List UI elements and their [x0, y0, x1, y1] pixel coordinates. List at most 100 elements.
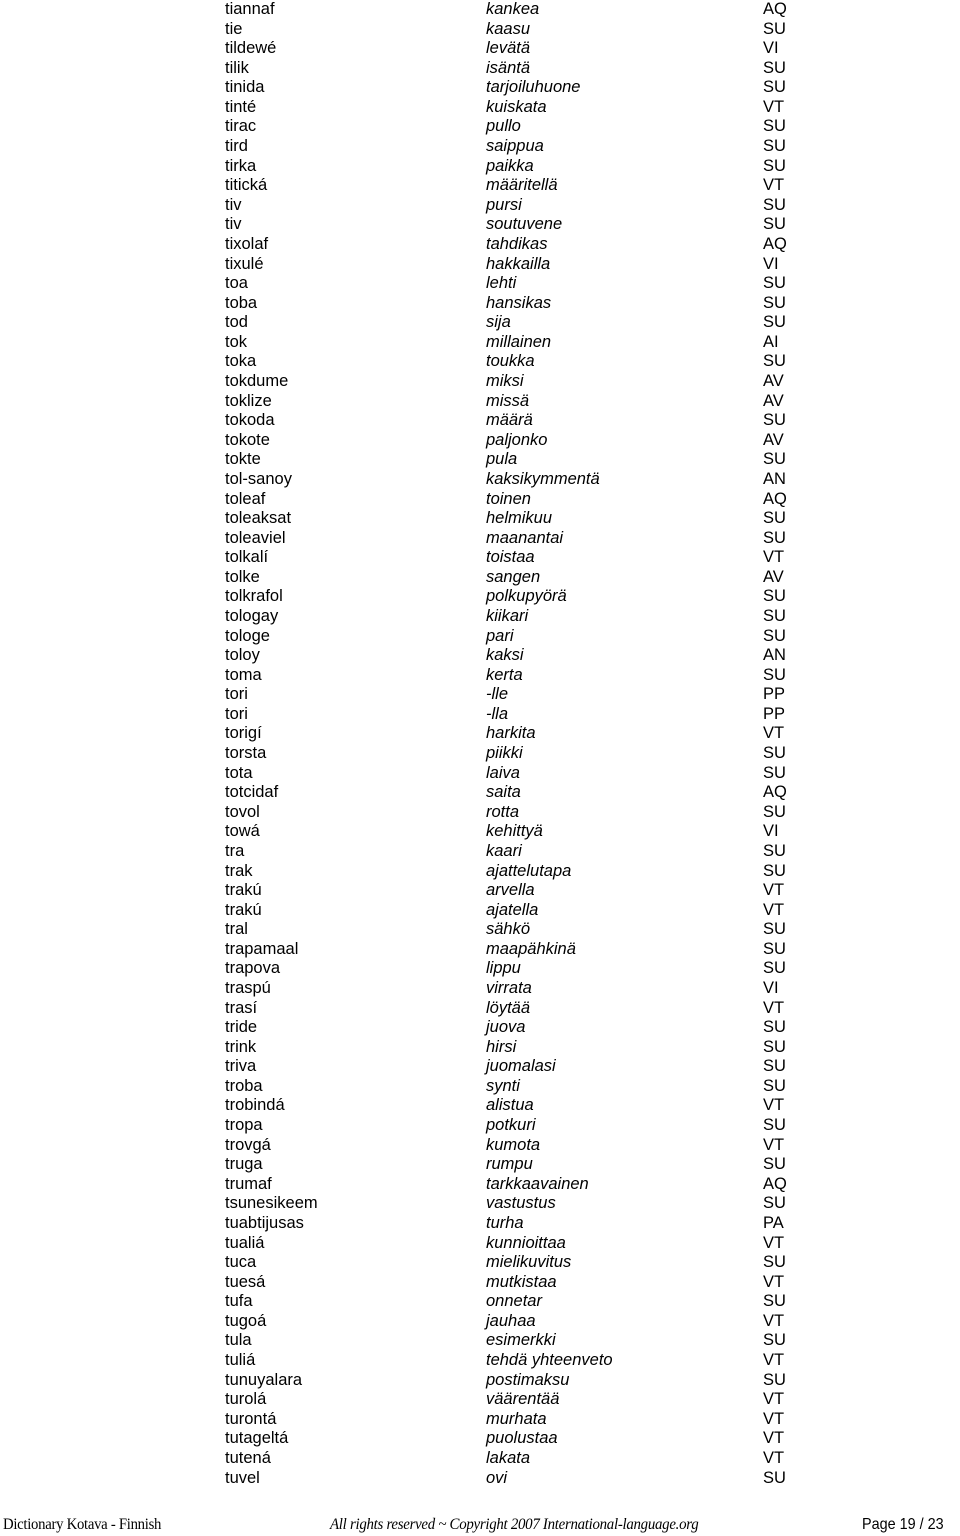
finnish-translation: arvella	[486, 881, 535, 900]
entry-row: tutageltá puolustaa VT	[0, 1428, 960, 1448]
kotava-word: tride	[225, 1018, 258, 1037]
part-of-speech: VT	[763, 1135, 785, 1154]
footer-title: Dictionary Kotava - Finnish	[3, 1516, 162, 1533]
kotava-word: trapamaal	[225, 939, 299, 958]
kotava-word: titická	[225, 176, 268, 195]
kotava-word: tunuyalara	[225, 1370, 303, 1389]
kotava-word: tixolaf	[225, 234, 269, 253]
finnish-translation: -lla	[486, 704, 509, 723]
kotava-word: tugoá	[225, 1311, 267, 1330]
entry-row: tota laiva SU	[0, 763, 960, 783]
part-of-speech: SU	[763, 861, 786, 880]
part-of-speech: SU	[763, 137, 786, 156]
kotava-word: tologay	[225, 606, 279, 625]
finnish-translation: kankea	[486, 0, 540, 18]
entry-row: trobindá alistua VT	[0, 1095, 960, 1115]
finnish-translation: maapähkinä	[486, 939, 576, 958]
finnish-translation: toistaa	[486, 548, 535, 567]
part-of-speech: AV	[763, 430, 784, 449]
part-of-speech: AV	[763, 372, 784, 391]
kotava-word: tuabtijusas	[225, 1213, 304, 1232]
kotava-word: tovol	[225, 802, 260, 821]
kotava-word: tutená	[225, 1448, 271, 1467]
finnish-translation: soutuvene	[486, 215, 563, 234]
entry-row: trak ajattelutapa SU	[0, 861, 960, 881]
finnish-translation: pula	[486, 450, 518, 469]
entry-row: toleaviel maanantai SU	[0, 528, 960, 548]
entry-row: tirac pullo SU	[0, 116, 960, 136]
kotava-word: torigí	[225, 724, 262, 743]
finnish-translation: kumota	[486, 1135, 541, 1154]
finnish-translation: tehdä yhteenveto	[486, 1351, 613, 1370]
kotava-word: truga	[225, 1155, 263, 1174]
kotava-word: trovgá	[225, 1135, 271, 1154]
finnish-translation: synti	[486, 1076, 520, 1095]
entry-row: troba synti SU	[0, 1076, 960, 1096]
kotava-word: tuca	[225, 1253, 257, 1272]
kotava-word: tiannaf	[225, 0, 275, 18]
kotava-word: toma	[225, 665, 262, 684]
kotava-word: tra	[225, 841, 245, 860]
finnish-translation: löytää	[486, 998, 531, 1017]
finnish-translation: turha	[486, 1213, 524, 1232]
kotava-word: tokdume	[225, 372, 289, 391]
finnish-translation: sähkö	[486, 920, 531, 939]
kotava-word: tolke	[225, 567, 260, 586]
entry-row: tird saippua SU	[0, 136, 960, 156]
entry-row: trink hirsi SU	[0, 1037, 960, 1057]
kotava-word: turolá	[225, 1390, 267, 1409]
finnish-translation: kaksi	[486, 646, 524, 665]
part-of-speech: SU	[763, 1253, 786, 1272]
entry-row: tinté kuiskata VT	[0, 97, 960, 117]
entry-row: tori -lle PP	[0, 684, 960, 704]
finnish-translation: ajatella	[486, 900, 539, 919]
entry-row: tinida tarjoiluhuone SU	[0, 77, 960, 97]
entry-row: truga rumpu SU	[0, 1154, 960, 1174]
part-of-speech: SU	[763, 587, 786, 606]
finnish-translation: kaari	[486, 841, 522, 860]
part-of-speech: VI	[763, 822, 779, 841]
finnish-translation: pullo	[486, 117, 521, 136]
kotava-word: towá	[225, 822, 260, 841]
finnish-translation: juova	[486, 1018, 526, 1037]
entry-row: turontá murhata VT	[0, 1409, 960, 1429]
finnish-translation: saita	[486, 783, 521, 802]
finnish-translation: kaksikymmentä	[486, 469, 600, 488]
finnish-translation: kaasu	[486, 19, 531, 38]
kotava-word: tuliá	[225, 1351, 256, 1370]
entry-row: tra kaari SU	[0, 841, 960, 861]
entry-row: tologe pari SU	[0, 626, 960, 646]
entry-row: traspú virrata VI	[0, 978, 960, 998]
entry-row: tokte pula SU	[0, 449, 960, 469]
part-of-speech: VT	[763, 176, 785, 195]
kotava-word: trakú	[225, 900, 262, 919]
part-of-speech: SU	[763, 58, 786, 77]
kotava-word: trakú	[225, 881, 262, 900]
part-of-speech: VT	[763, 1390, 785, 1409]
part-of-speech: SU	[763, 509, 786, 528]
finnish-translation: ajattelutapa	[486, 861, 572, 880]
entry-row: tixolaf tahdikas AQ	[0, 234, 960, 254]
part-of-speech: VT	[763, 97, 785, 116]
kotava-word: tropa	[225, 1116, 263, 1135]
entry-row: tie kaasu SU	[0, 19, 960, 39]
part-of-speech: VT	[763, 548, 785, 567]
part-of-speech: SU	[763, 1194, 786, 1213]
part-of-speech: SU	[763, 959, 786, 978]
kotava-word: toba	[225, 293, 258, 312]
finnish-translation: kehittyä	[486, 822, 543, 841]
finnish-translation: laiva	[486, 763, 520, 782]
entry-row: titická määritellä VT	[0, 175, 960, 195]
part-of-speech: VT	[763, 1429, 785, 1448]
finnish-translation: kiikari	[486, 606, 529, 625]
kotava-word: trink	[225, 1037, 257, 1056]
part-of-speech: SU	[763, 274, 786, 293]
finnish-translation: saippua	[486, 137, 544, 156]
part-of-speech: VT	[763, 1272, 785, 1291]
kotava-word: tildewé	[225, 39, 277, 58]
kotava-word: tolkrafol	[225, 587, 283, 606]
entry-row: tuliá tehdä yhteenveto VT	[0, 1350, 960, 1370]
finnish-translation: maanantai	[486, 528, 564, 547]
part-of-speech: SU	[763, 411, 786, 430]
finnish-translation: piikki	[486, 744, 523, 763]
